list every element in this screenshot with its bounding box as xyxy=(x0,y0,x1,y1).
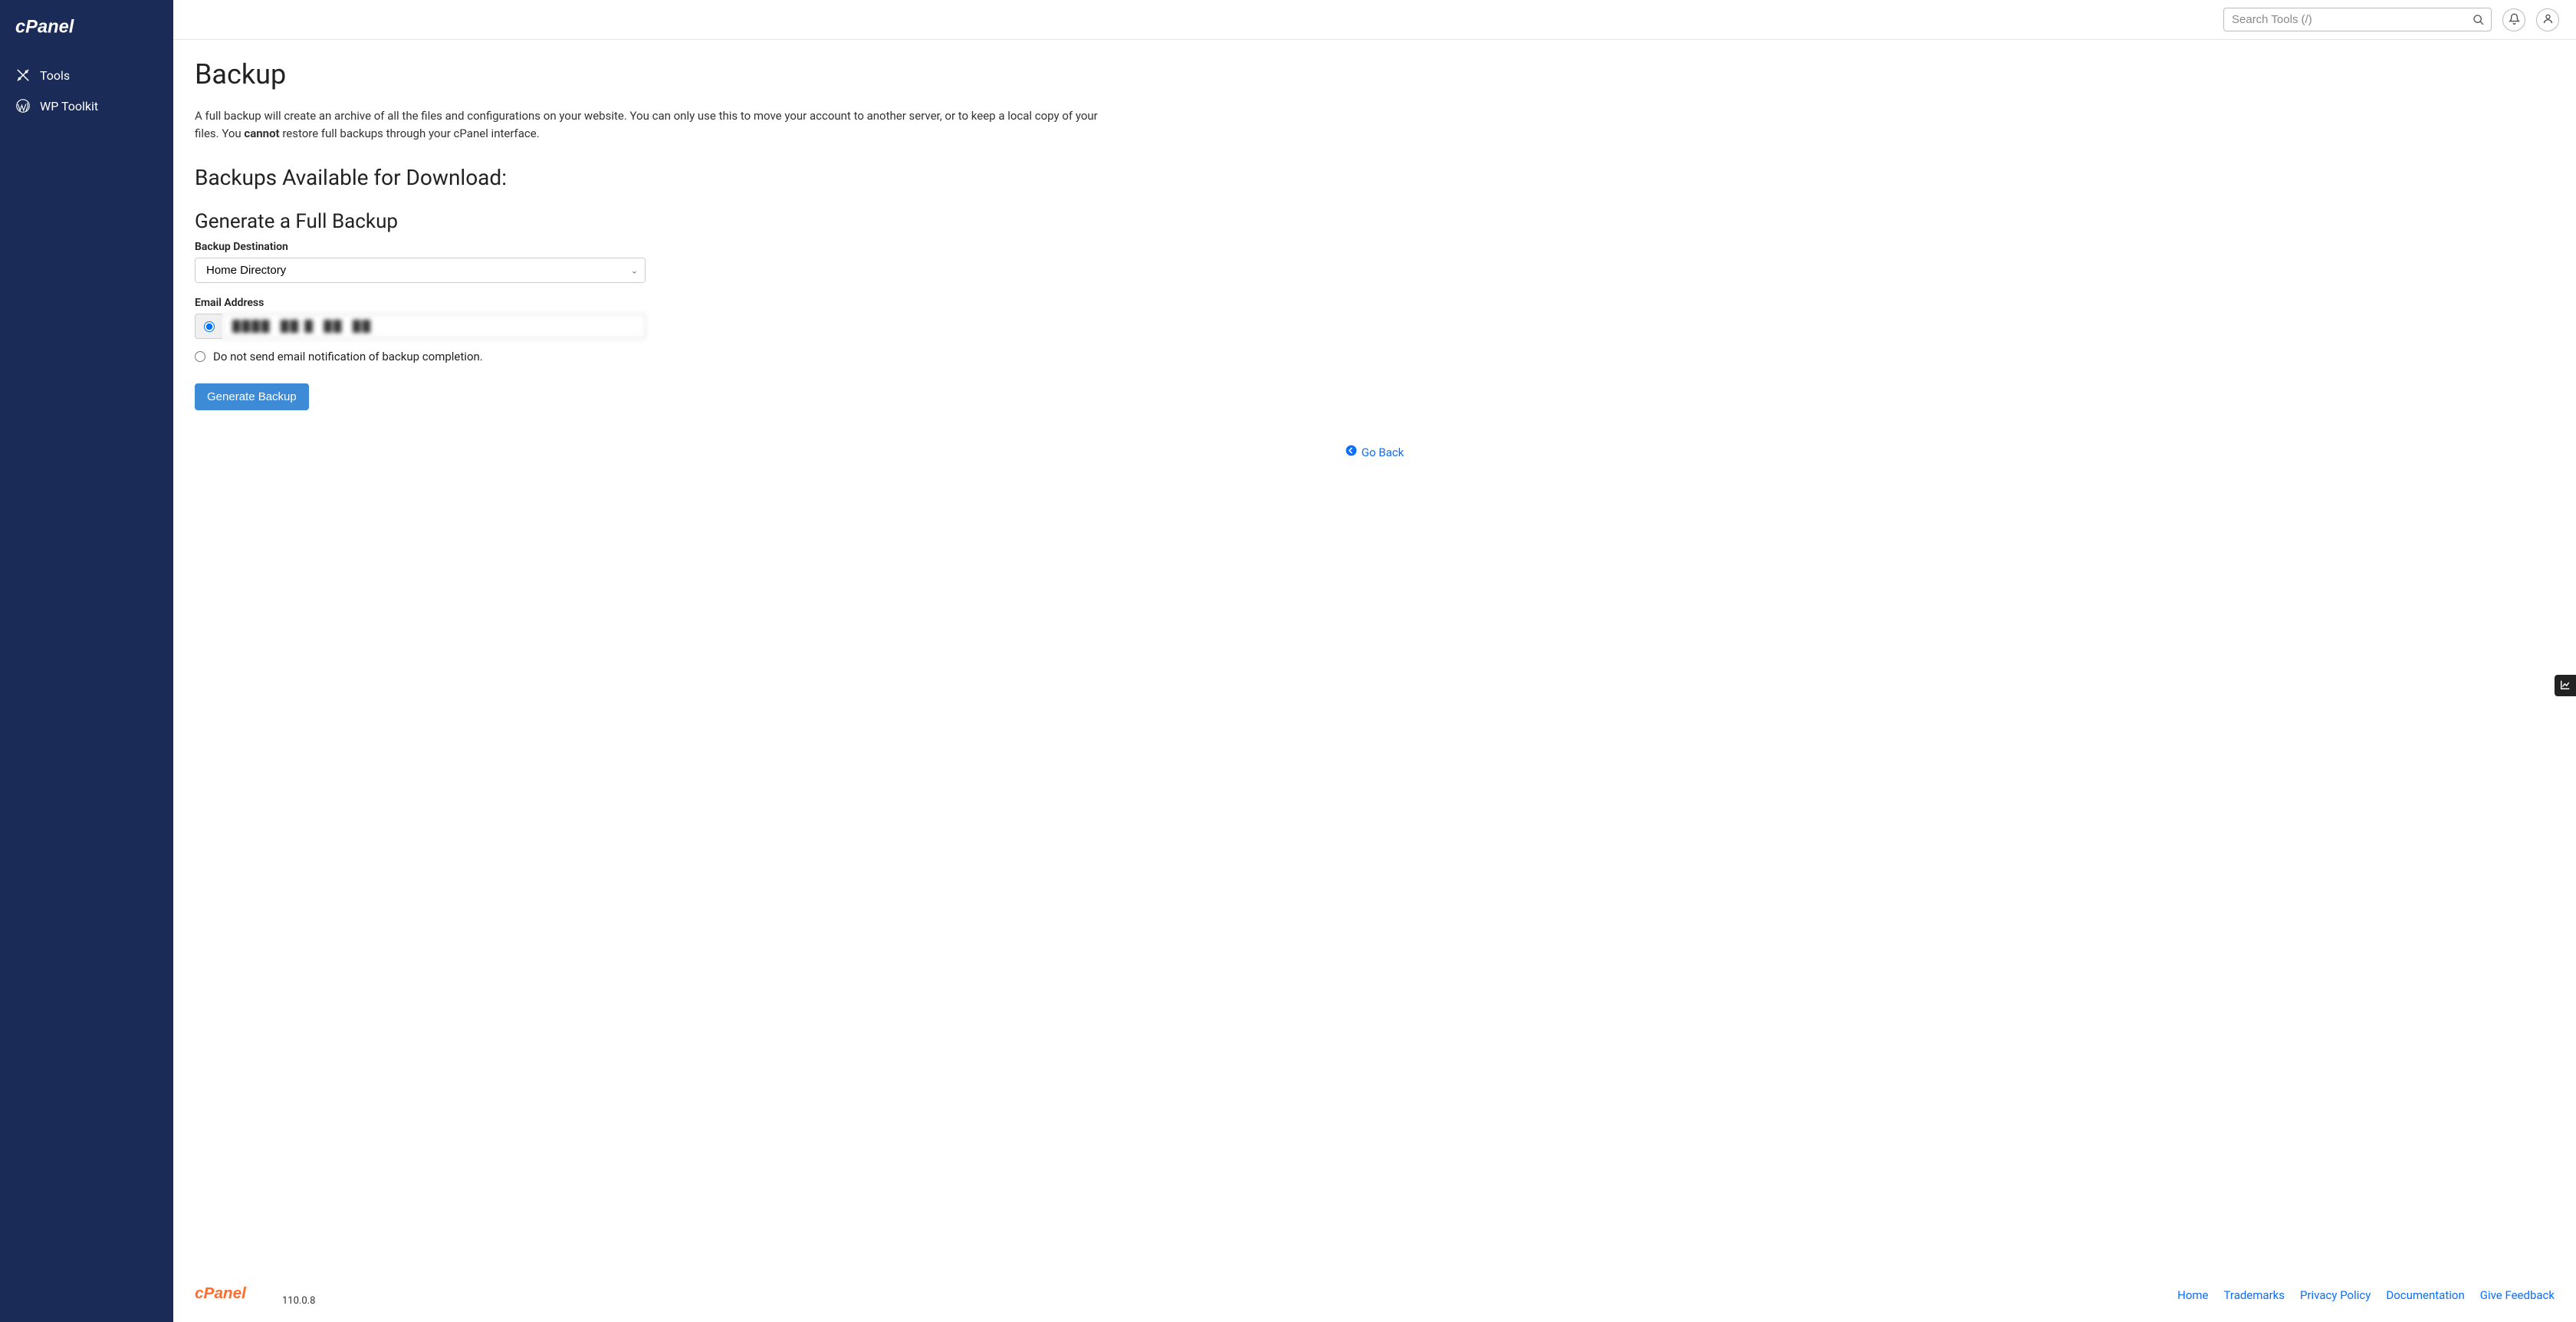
stats-side-tab[interactable] xyxy=(2555,675,2576,696)
tools-icon xyxy=(15,67,31,83)
backups-available-heading: Backups Available for Download: xyxy=(195,165,2555,190)
page-title: Backup xyxy=(195,58,2555,90)
svg-text:cPanel: cPanel xyxy=(195,1284,247,1302)
send-email-radio[interactable] xyxy=(204,321,215,332)
email-radio-prefix xyxy=(195,314,222,339)
sidebar: cPanel Tools WP Toolkit xyxy=(0,0,173,1322)
search-icon[interactable] xyxy=(2472,13,2486,27)
go-back-link[interactable]: Go Back xyxy=(1346,445,1404,459)
generate-backup-button[interactable]: Generate Backup xyxy=(195,383,309,410)
topbar xyxy=(173,0,2576,40)
footer-link-trademarks[interactable]: Trademarks xyxy=(2224,1288,2285,1302)
footer-link-home[interactable]: Home xyxy=(2177,1288,2208,1302)
no-email-radio[interactable] xyxy=(195,351,205,362)
footer: cPanel 110.0.8 Home Trademarks Privacy P… xyxy=(173,1274,2576,1322)
backup-destination-label: Backup Destination xyxy=(195,241,2555,253)
arrow-left-circle-icon xyxy=(1346,445,1357,459)
no-email-row[interactable]: Do not send email notification of backup… xyxy=(195,350,2555,363)
chart-icon xyxy=(2560,679,2571,693)
generate-full-backup-heading: Generate a Full Backup xyxy=(195,210,2555,233)
search-input[interactable] xyxy=(2223,8,2492,31)
sidebar-item-label: Tools xyxy=(40,68,70,83)
cpanel-footer-logo[interactable]: cPanel xyxy=(195,1284,278,1307)
backup-destination-select[interactable]: Home Directory xyxy=(195,258,646,283)
wordpress-icon xyxy=(15,98,31,113)
sidebar-item-label: WP Toolkit xyxy=(40,99,98,113)
no-email-label: Do not send email notification of backup… xyxy=(213,350,483,363)
bell-icon xyxy=(2509,13,2520,27)
svg-text:cPanel: cPanel xyxy=(15,17,74,37)
email-address-label: Email Address xyxy=(195,297,2555,309)
user-account-button[interactable] xyxy=(2536,8,2559,31)
main-area: Backup A full backup will create an arch… xyxy=(173,0,2576,1322)
footer-link-documentation[interactable]: Documentation xyxy=(2386,1288,2464,1302)
sidebar-item-wp-toolkit[interactable]: WP Toolkit xyxy=(0,90,173,121)
footer-link-privacy[interactable]: Privacy Policy xyxy=(2300,1288,2371,1302)
cpanel-logo[interactable]: cPanel xyxy=(0,14,173,60)
sidebar-item-tools[interactable]: Tools xyxy=(0,60,173,90)
footer-version: 110.0.8 xyxy=(282,1295,315,1307)
content: Backup A full backup will create an arch… xyxy=(173,40,2576,1322)
notifications-button[interactable] xyxy=(2502,8,2525,31)
email-input[interactable] xyxy=(222,314,646,339)
user-icon xyxy=(2542,13,2554,27)
footer-links: Home Trademarks Privacy Policy Documenta… xyxy=(2177,1288,2555,1302)
search-wrap xyxy=(2223,8,2492,31)
page-description: A full backup will create an archive of … xyxy=(195,107,1115,142)
footer-link-feedback[interactable]: Give Feedback xyxy=(2480,1288,2555,1302)
